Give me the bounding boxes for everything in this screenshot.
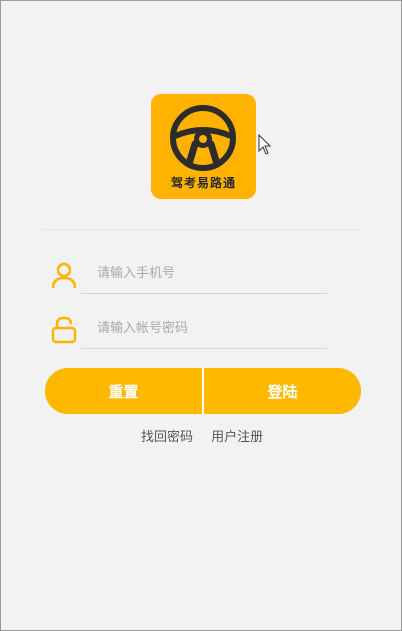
reset-button[interactable]: 重置: [45, 368, 202, 414]
lock-icon: [51, 316, 77, 344]
login-button[interactable]: 登陆: [204, 368, 361, 414]
user-icon: [51, 262, 77, 289]
password-field: [49, 309, 329, 349]
register-link[interactable]: 用户注册: [211, 430, 263, 445]
forgot-password-link[interactable]: 找回密码: [141, 430, 193, 445]
action-buttons: 重置 登陆: [45, 368, 361, 414]
steering-wheel-icon: [170, 105, 236, 171]
phone-input[interactable]: [81, 254, 327, 294]
header-divider: [41, 229, 361, 230]
password-input[interactable]: [81, 309, 327, 349]
auth-links: 找回密码 用户注册: [141, 426, 277, 445]
phone-field: [49, 254, 329, 294]
logo-text: 驾考易路通: [170, 176, 236, 190]
app-logo: 驾考易路通: [151, 94, 256, 199]
mouse-cursor-icon: [258, 134, 272, 155]
